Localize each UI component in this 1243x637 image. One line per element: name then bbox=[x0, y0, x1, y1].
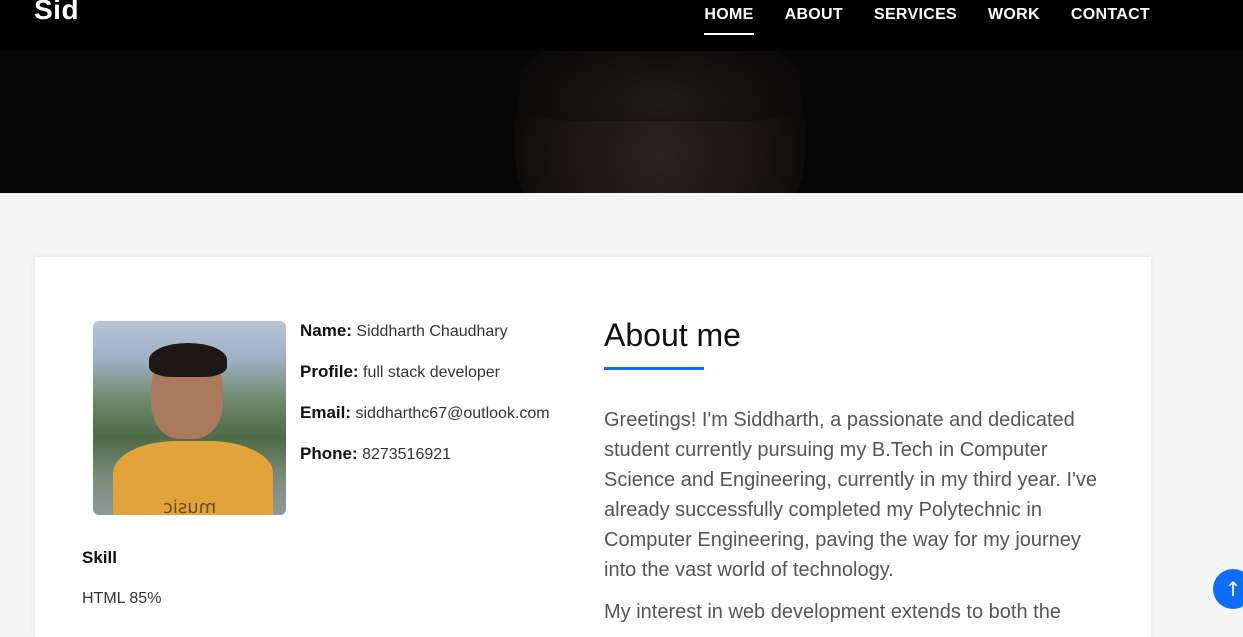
arrow-up-icon: ↑ bbox=[1224, 577, 1242, 601]
photo-hair bbox=[149, 343, 227, 377]
info-phone: Phone: 8273516921 bbox=[300, 444, 550, 464]
about-title-underline bbox=[604, 367, 704, 370]
nav-item-home[interactable]: HOME bbox=[704, 6, 754, 35]
scroll-to-top-button[interactable]: ↑ bbox=[1213, 569, 1243, 609]
brand-logo[interactable]: Sid bbox=[34, 0, 79, 26]
name-value: Siddharth Chaudhary bbox=[356, 323, 508, 340]
nav-item-about[interactable]: ABOUT bbox=[785, 6, 843, 24]
info-email: Email: siddharthc67@outlook.com bbox=[300, 403, 550, 423]
skill-title: Skill bbox=[82, 548, 117, 567]
phone-label: Phone: bbox=[300, 444, 358, 463]
phone-value: 8273516921 bbox=[362, 446, 452, 463]
name-label: Name: bbox=[300, 321, 352, 340]
skill-item-html: HTML 85% bbox=[82, 590, 162, 607]
info-profile: Profile: full stack developer bbox=[300, 362, 550, 382]
nav-item-services[interactable]: SERVICES bbox=[874, 6, 957, 24]
hero-banner bbox=[0, 51, 1243, 193]
about-card: music Name: Siddharth Chaudhary Profile:… bbox=[35, 257, 1151, 637]
profile-info: Name: Siddharth Chaudhary Profile: full … bbox=[300, 321, 550, 485]
email-label: Email: bbox=[300, 403, 352, 422]
about-paragraph-1: Greetings! I'm Siddharth, a passionate a… bbox=[604, 409, 1097, 581]
about-title: About me bbox=[604, 317, 741, 353]
hero-hair-shadow bbox=[520, 51, 800, 121]
navbar: Sid HOME ABOUT SERVICES WORK CONTACT bbox=[0, 0, 1243, 51]
nav-item-work[interactable]: WORK bbox=[988, 6, 1040, 24]
nav-item-contact[interactable]: CONTACT bbox=[1071, 6, 1150, 24]
info-name: Name: Siddharth Chaudhary bbox=[300, 321, 550, 341]
profile-label: Profile: bbox=[300, 362, 359, 381]
nav-menu: HOME ABOUT SERVICES WORK CONTACT bbox=[673, 6, 1150, 35]
profile-value: full stack developer bbox=[363, 364, 500, 381]
about-paragraph-2: My interest in web development extends t… bbox=[604, 601, 1061, 623]
photo-shirt-text: music bbox=[163, 497, 217, 515]
profile-photo: music bbox=[93, 321, 286, 515]
email-value: siddharthc67@outlook.com bbox=[355, 405, 550, 422]
